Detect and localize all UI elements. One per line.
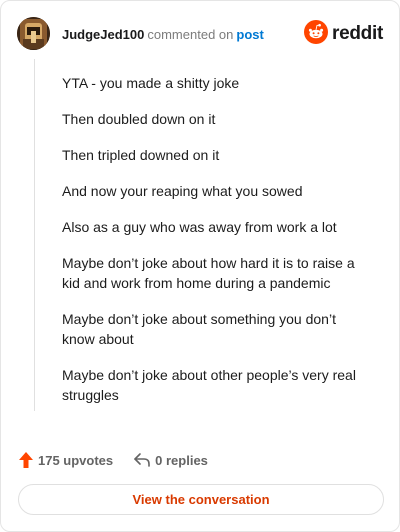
comment-paragraph: Maybe don’t joke about how hard it is to… (62, 255, 355, 291)
comment-paragraph: Maybe don’t joke about something you don… (62, 311, 336, 347)
upvote-button[interactable]: 175 upvotes (18, 451, 113, 469)
thread-line (34, 59, 35, 411)
comment-meta: JudgeJed100 commented on post (62, 27, 264, 43)
action-text: commented on (147, 27, 234, 42)
reddit-logo[interactable]: reddit (304, 19, 383, 49)
comment-paragraph: Then tripled downed on it (62, 147, 220, 163)
view-conversation-button[interactable]: View the conversation (18, 484, 384, 515)
comment-paragraph: Then doubled down on it (62, 111, 216, 127)
comment-paragraph: And now your reaping what you sowed (62, 183, 303, 199)
reply-count: 0 replies (155, 452, 208, 468)
comment-paragraph: Maybe don’t joke about other people’s ve… (62, 367, 356, 403)
upvote-arrow-icon (18, 451, 38, 469)
comment-card: JudgeJed100 commented on post reddit YTA… (0, 0, 400, 532)
brand-text: reddit (332, 23, 383, 44)
avatar[interactable] (17, 17, 50, 50)
comment-paragraph: Also as a guy who was away from work a l… (62, 219, 337, 235)
reply-button[interactable]: 0 replies (133, 452, 208, 468)
comment-paragraph: YTA - you made a shitty joke (62, 75, 240, 91)
comment-body: YTA - you made a shitty joke Then double… (62, 73, 372, 421)
reply-arrow-icon (133, 452, 155, 468)
comment-header: JudgeJed100 commented on post reddit (17, 17, 383, 51)
upvote-count: 175 upvotes (38, 452, 114, 468)
username-link[interactable]: JudgeJed100 (62, 27, 144, 42)
reddit-snoo-icon (304, 19, 329, 49)
comment-footer: 175 upvotes 0 replies (18, 450, 208, 470)
post-link[interactable]: post (236, 27, 263, 42)
